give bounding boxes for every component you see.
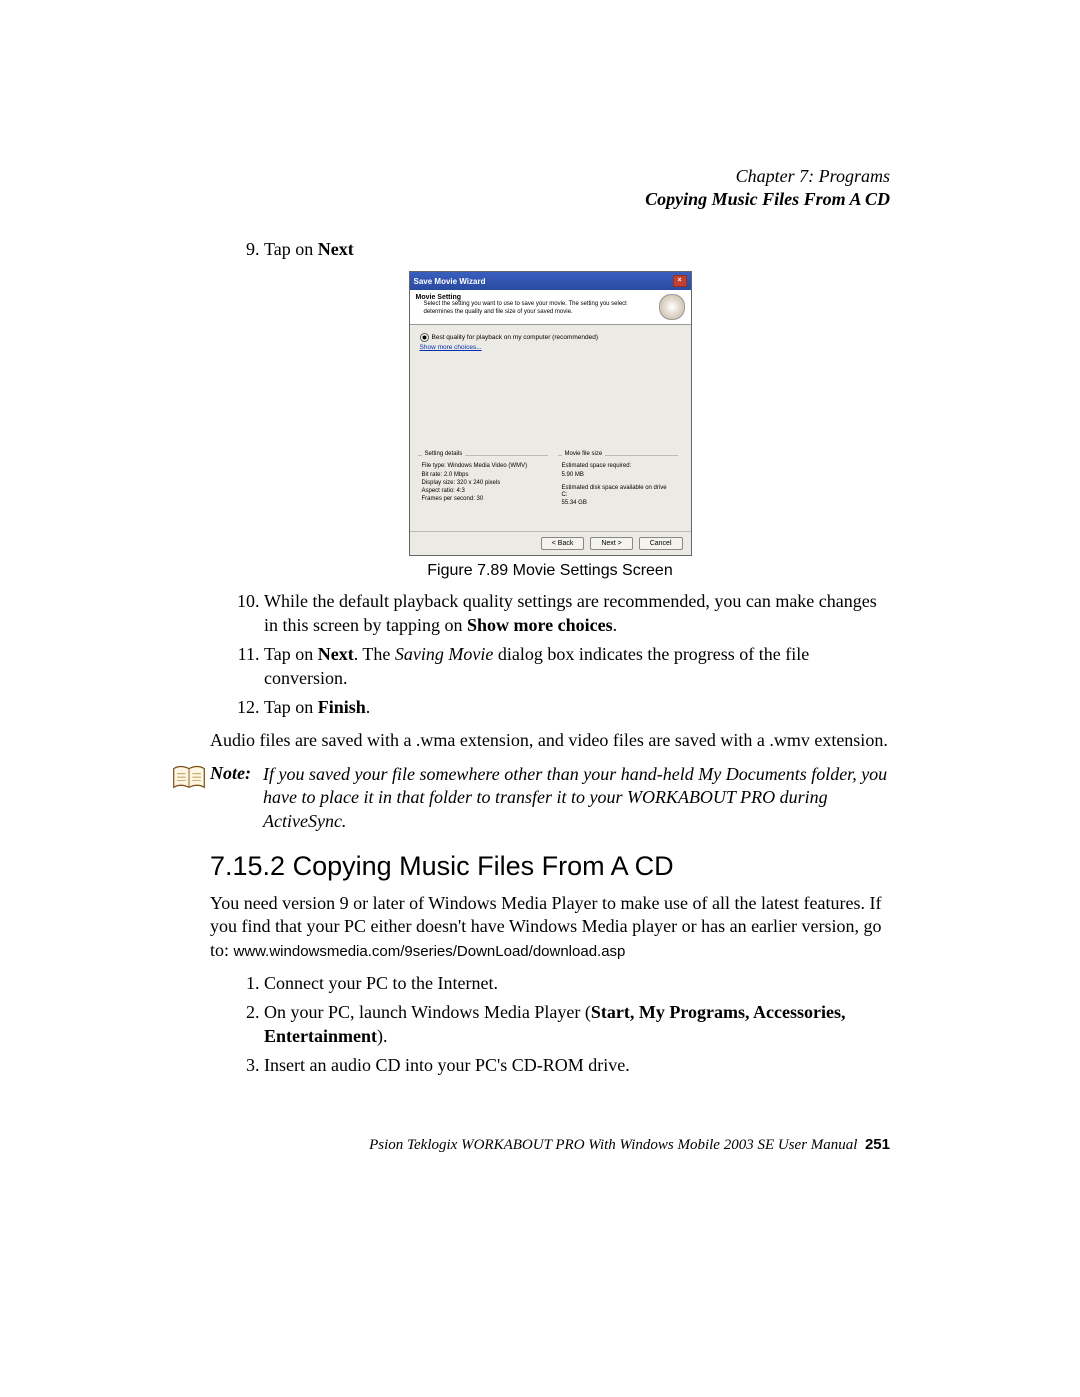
detail-line: File type: Windows Media Video (WMV) [422,463,544,470]
radio-label: Best quality for playback on my computer… [432,335,599,342]
next-button[interactable]: Next > [590,537,632,550]
step-9-prefix: Tap on [264,239,318,259]
est-disk-label: Estimated disk space available on drive … [562,485,674,499]
note-text: If you saved your file somewhere other t… [263,763,890,833]
est-space-value: 5.90 MB [562,472,674,479]
close-icon[interactable]: × [673,275,687,287]
figure-caption: Figure 7.89 Movie Settings Screen [210,562,890,580]
wizard-title-text: Save Movie Wizard [414,277,486,286]
chapter-label: Chapter 7: Programs [210,165,890,188]
detail-line: Bit rate: 2.0 Mbps [422,472,544,479]
intro-paragraph: You need version 9 or later of Windows M… [210,892,890,962]
step-c-3: Insert an audio CD into your PC's CD-ROM… [264,1054,890,1077]
est-disk-value: 55.34 GB [562,500,674,507]
est-space-label: Estimated space required: [562,463,674,470]
film-reel-icon [659,294,685,320]
step-c-2: On your PC, launch Windows Media Player … [264,1001,890,1048]
wizard-body: Best quality for playback on my computer… [410,325,691,531]
setting-details-title: Setting details [422,451,466,457]
wizard-titlebar: Save Movie Wizard × [410,272,691,290]
wizard-head-desc: Select the setting you want to use to sa… [416,301,641,315]
radio-dot-icon [420,333,429,342]
wizard-header: Movie Setting Select the setting you wan… [410,290,691,325]
detail-line: Display size: 320 x 240 pixels [422,480,544,487]
book-icon [172,765,206,791]
detail-line: Aspect ratio: 4:3 [422,488,544,495]
back-button[interactable]: < Back [541,537,585,550]
wizard-head-title: Movie Setting [416,294,641,301]
page-footer: Psion Teklogix WORKABOUT PRO With Window… [210,1136,890,1154]
page-number: 251 [865,1136,890,1153]
audio-paragraph: Audio files are saved with a .wma extens… [210,729,890,752]
section-heading: 7.15.2 Copying Music Files From A CD [210,851,890,882]
setting-details-group: Setting details File type: Windows Media… [418,455,548,506]
step-9: Tap on Next [264,238,890,261]
note-label: Note: [210,763,251,784]
download-url: www.windowsmedia.com/9series/DownLoad/do… [234,943,626,960]
step-10: While the default playback quality setti… [264,590,890,637]
step-11: Tap on Next. The Saving Movie dialog box… [264,643,890,690]
cancel-button[interactable]: Cancel [639,537,683,550]
show-more-choices-link[interactable]: Show more choices... [420,344,681,351]
movie-file-size-group: Movie file size Estimated space required… [558,455,678,510]
best-quality-radio[interactable]: Best quality for playback on my computer… [420,333,681,342]
footer-title: Psion Teklogix WORKABOUT PRO With Window… [369,1137,857,1153]
save-movie-wizard-dialog: Save Movie Wizard × Movie Setting Select… [409,271,692,556]
movie-file-size-title: Movie file size [562,451,606,457]
detail-line: Frames per second: 30 [422,496,544,503]
step-12: Tap on Finish. [264,696,890,719]
wizard-footer: < Back Next > Cancel [410,531,691,555]
step-c-1: Connect your PC to the Internet. [264,972,890,995]
running-section: Copying Music Files From A CD [210,188,890,211]
step-9-bold: Next [318,239,354,259]
